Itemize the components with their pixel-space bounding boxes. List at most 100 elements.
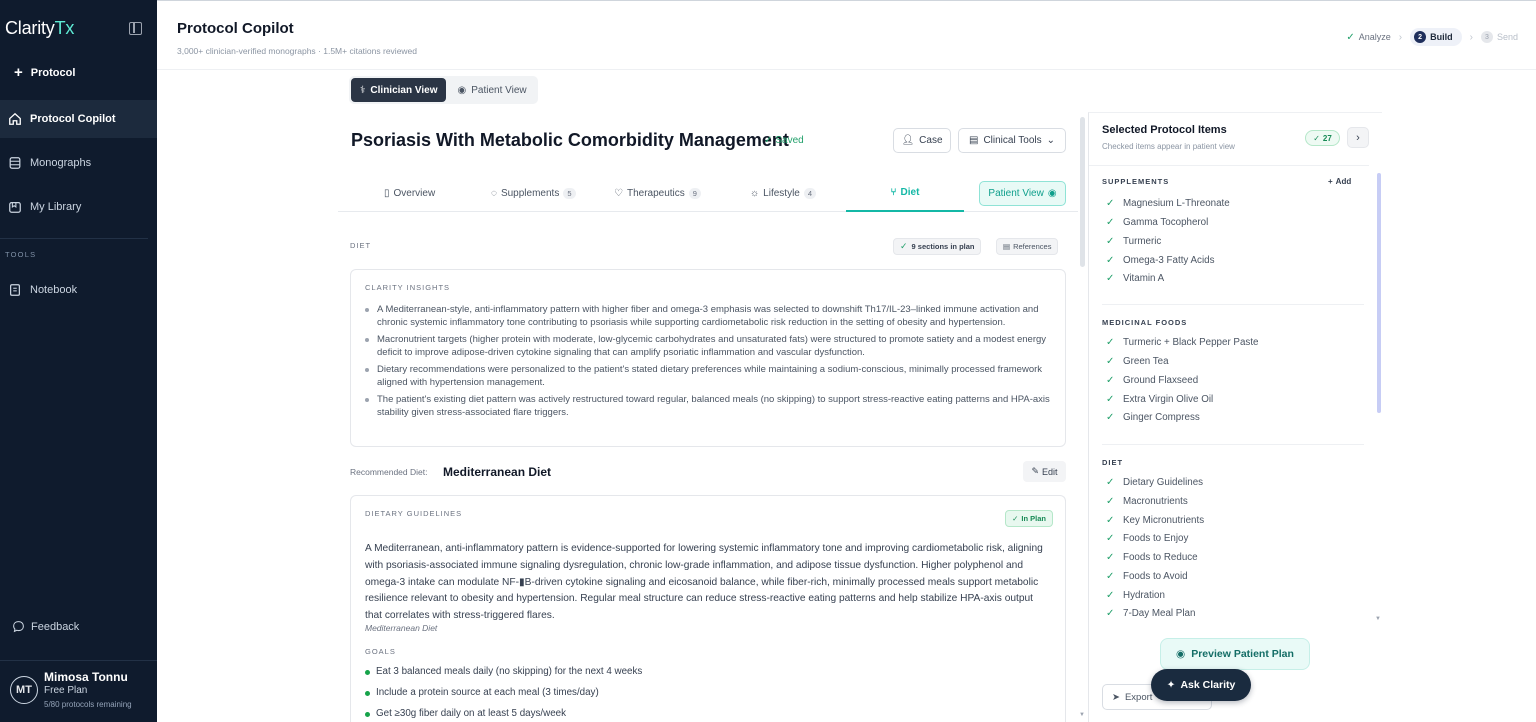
edit-diet-button[interactable]: ✎ Edit [1023,461,1066,482]
database-icon [9,157,21,169]
list-item[interactable]: ✓ Ground Flaxseed [1106,375,1198,386]
chevron-down-icon: ⌄ [1046,135,1056,146]
case-button[interactable]: 👤︎ Case [893,128,951,153]
check-icon: ✓ [1012,514,1019,523]
sidebar: ClarityTx + Protocol Protocol Copilot Mo… [0,0,157,722]
guidelines-source: Mediterranean Diet [365,623,438,633]
utensils-icon: ⑂ [890,186,897,198]
check-icon: ✓ [1106,533,1115,544]
list-item: Dietary recommendations were personalize… [365,363,1051,389]
panel-scrollbar[interactable] [1377,173,1381,413]
list-item[interactable]: ✓ 7-Day Meal Plan [1106,608,1195,619]
check-icon: ✓ [1106,515,1115,526]
guidelines-text: A Mediterranean, anti-inflammatory patte… [365,543,1043,622]
list-item[interactable]: ✓ Omega-3 Fatty Acids [1106,255,1214,266]
list-item[interactable]: ✓ Green Tea [1106,356,1169,367]
list-item[interactable]: ✓ Turmeric + Black Pepper Paste [1106,337,1259,348]
user-profile[interactable]: MT Mimosa Tonnu Free Plan 5/80 protocols… [0,660,157,722]
patient-view-toggle-button[interactable]: ◉ Patient View [448,78,535,102]
list-item[interactable]: ✓ Foods to Reduce [1106,552,1198,563]
tab-supplements[interactable]: ◌ Supplements 5 [491,174,576,212]
step-analyze[interactable]: ✓ Analyze [1346,32,1390,43]
check-icon: ✓ [1106,236,1115,247]
list-item[interactable]: ✓ Gamma Tocopherol [1106,217,1208,228]
panel-expand-button[interactable]: › [1347,127,1369,148]
clarity-insights-card: CLARITY INSIGHTS A Mediterranean-style, … [350,269,1066,447]
new-protocol-button[interactable]: + Protocol [14,64,75,81]
list-item[interactable]: ✓ Vitamin A [1106,273,1164,284]
protocol-title: Psoriasis With Metabolic Comorbidity Man… [351,130,789,150]
step-send: 3 Send [1480,31,1518,43]
add-supplement-button[interactable]: + Add [1328,177,1351,186]
clinical-tools-button[interactable]: ▤ Clinical Tools ⌄ [958,128,1066,153]
sidebar-item-notebook[interactable]: Notebook [0,271,157,309]
send-icon: ➤ [1112,691,1120,703]
list-item[interactable]: ✓ Dietary Guidelines [1106,477,1203,488]
nav-divider [0,238,148,239]
chevron-right-icon: › [1356,131,1360,144]
view-toggle: ⚕ Clinician View ◉ Patient View [349,76,538,104]
list-item[interactable]: ✓ Magnesium L-Threonate [1106,198,1230,209]
check-icon: ✓ [1106,198,1115,209]
sidebar-item-my-library[interactable]: My Library [0,188,157,226]
preview-patient-plan-button[interactable]: ◉ Preview Patient Plan [1160,638,1310,670]
document-icon: ▯ [384,187,390,199]
clinician-view-button[interactable]: ⚕ Clinician View [351,78,447,102]
user-plan: Free Plan [44,685,88,696]
selected-items-panel: Selected Protocol Items Checked items ap… [1088,112,1382,722]
list-item[interactable]: ✓ Ginger Compress [1106,412,1200,423]
references-button[interactable]: ▤ References [996,238,1059,255]
tab-therapeutics[interactable]: ♡ Therapeutics 9 [614,174,701,212]
brand-logo[interactable]: ClarityTx [5,18,74,39]
tab-diet[interactable]: ⑂ Diet [846,174,964,212]
page-subtitle: 3,000+ clinician-verified monographs · 1… [177,46,418,56]
list-item[interactable]: ✓ Extra Virgin Olive Oil [1106,394,1213,405]
in-plan-badge[interactable]: ✓ In Plan [1005,510,1053,527]
check-icon: ✓ [1106,217,1115,228]
patient-view-button[interactable]: Patient View ◉ [979,181,1066,206]
scroll-down-icon[interactable]: ▼ [1375,616,1381,622]
check-icon: ✓ [1313,133,1320,143]
sidebar-item-monographs[interactable]: Monographs [0,144,157,182]
guidelines-heading: DIETARY GUIDELINES [365,509,463,518]
list-item[interactable]: ✓ Foods to Avoid [1106,571,1188,582]
group-divider [1102,304,1364,305]
sidebar-collapse-icon[interactable] [129,22,142,35]
group-title-supplements: SUPPLEMENTS [1102,177,1170,186]
check-icon: ✓ [1106,496,1115,507]
group-divider [1102,444,1364,445]
check-icon: ✓ [1106,375,1115,386]
sidebar-item-protocol-copilot[interactable]: Protocol Copilot [0,100,157,138]
check-icon: ✓ [1106,608,1115,619]
group-title-medicinal-foods: MEDICINAL FOODS [1102,318,1188,327]
eye-icon: ◉ [1176,648,1186,660]
toolbox-icon: ▤ [968,135,979,146]
dietary-guidelines-card: DIETARY GUIDELINES ✓ In Plan A Mediterra… [350,495,1066,722]
list-item: Include a protein source at each meal (3… [365,687,642,708]
list-item[interactable]: ✓ Foods to Enjoy [1106,533,1188,544]
chevron-right-icon: › [1469,31,1473,43]
list-item[interactable]: ✓ Macronutrients [1106,496,1188,507]
list-item[interactable]: ✓ Hydration [1106,590,1165,601]
tab-overview[interactable]: ▯ Overview [384,174,435,212]
book-icon: ▤ [1003,242,1011,251]
step-build[interactable]: 2 Build [1410,28,1462,46]
tools-section-label: TOOLS [5,250,37,259]
eye-icon: ◉ [457,84,467,96]
heart-icon: ♡ [614,187,623,199]
ask-clarity-button[interactable]: ✦ Ask Clarity [1151,669,1251,701]
check-icon: ✓ [1106,412,1115,423]
insights-heading: CLARITY INSIGHTS [365,283,451,292]
protocols-remaining: 5/80 protocols remaining [44,700,132,709]
pencil-icon: ✎ [1031,466,1040,476]
tab-lifestyle[interactable]: ☼ Lifestyle 4 [750,174,817,212]
list-item[interactable]: ✓ Key Micronutrients [1106,515,1204,526]
list-item: Macronutrient targets (higher protein wi… [365,333,1051,359]
sections-in-plan-badge: ✓ 9 sections in plan [893,238,982,255]
feedback-button[interactable]: Feedback [12,620,79,633]
sun-icon: ☼ [750,187,760,199]
scroll-down-icon[interactable]: ▼ [1079,712,1085,718]
main-scrollbar[interactable] [1080,117,1085,267]
list-item[interactable]: ✓ Turmeric [1106,236,1161,247]
panel-title: Selected Protocol Items [1102,124,1227,136]
